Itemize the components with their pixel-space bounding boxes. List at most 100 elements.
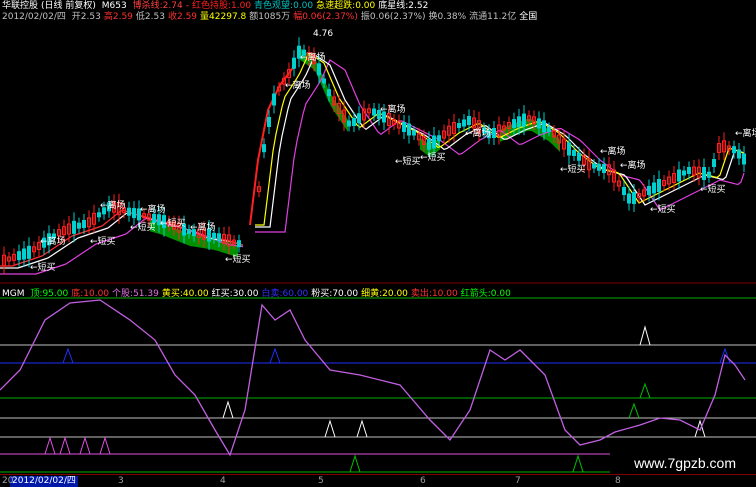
- indicator-item-8: 卖出:10.00: [411, 289, 458, 299]
- period-label: (日线 前复权): [41, 1, 96, 11]
- header-indicator-3: 青色观望:0.00: [254, 1, 313, 11]
- candle-body: [217, 233, 221, 242]
- indicator-item-label: 细黄:: [361, 289, 383, 299]
- stock-name: 华联控股: [2, 1, 39, 11]
- candle-body: [132, 208, 136, 219]
- header-indicator-1: -: [186, 1, 189, 11]
- quote-item-value: 2.59: [112, 12, 133, 22]
- candle-body: [682, 170, 686, 176]
- quote-item-1: 高2.59: [104, 12, 133, 22]
- candle-body: [462, 119, 466, 127]
- signal-buy-label: ←短买: [30, 263, 56, 273]
- indicator-item-value: 51.39: [133, 289, 159, 299]
- ma-label: M653: [101, 1, 127, 11]
- quote-item-label: 收: [167, 12, 177, 22]
- indicator-item-7: 细黄:20.00: [361, 289, 408, 299]
- signal-buy-label: ←短买: [130, 223, 156, 233]
- indicator-item-label: 顶:: [30, 289, 43, 299]
- signal-buy-label: ←短买: [700, 185, 726, 195]
- candle-body: [467, 116, 471, 125]
- signal-buy-label: ←短买: [650, 205, 676, 215]
- high-price-label: 4.76: [313, 29, 334, 39]
- candle-body: [707, 171, 711, 178]
- candle-body: [82, 220, 86, 228]
- candle-body: [372, 108, 376, 116]
- candle-body: [522, 113, 526, 127]
- quote-row: 2012/02/02/四 开2.53 高2.59 低2.53 收2.59 量42297.…: [2, 11, 543, 23]
- quote-item-value: 0.06(2.37%): [369, 12, 426, 22]
- signal-exit-label: ←离场: [190, 223, 216, 233]
- signal-spike: [628, 402, 640, 419]
- candle-body: [402, 122, 406, 132]
- quote-date: 2012/02/02/四: [2, 12, 66, 22]
- axis-tick-label: 4: [220, 476, 226, 486]
- candle-body: [737, 149, 741, 159]
- quote-item-value: 1085万: [258, 12, 291, 22]
- indicator-item-value: 30.00: [232, 289, 259, 299]
- candle-body: [652, 182, 656, 194]
- header-indicator-2: 红色持股:1.00: [192, 1, 251, 11]
- indicator-item-5: 白卖:60.00: [261, 289, 308, 299]
- signal-exit-label: ←离场: [40, 237, 66, 247]
- header-indicator-label: -: [185, 1, 189, 11]
- axis-tick-label: 3: [118, 476, 124, 486]
- indicator-item-label: 卖出:: [410, 289, 432, 299]
- signal-exit-label: ←离场: [140, 205, 166, 215]
- candle-body: [627, 193, 631, 204]
- indicator-item-value: 20.00: [382, 289, 408, 299]
- header-indicator-0: 博杀线:2.74: [133, 1, 183, 11]
- header-indicator-value: 2.52: [408, 1, 429, 11]
- indicator-item-1: 底:10.00: [71, 289, 109, 299]
- candle-body: [437, 135, 441, 142]
- quote-item-value: 2.59: [176, 12, 198, 22]
- candle-body: [702, 167, 706, 180]
- signal-spike: [222, 400, 234, 419]
- signal-spike: [349, 454, 361, 473]
- signal-exit-label: ←离场: [465, 129, 491, 139]
- indicator-name: MGM: [2, 289, 25, 299]
- candle-body: [322, 78, 326, 84]
- quote-item-2: 低2.53: [136, 12, 165, 22]
- signal-buy-label: ←短买: [160, 219, 186, 229]
- candle-body: [547, 126, 551, 132]
- quote-item-value: 2.53: [144, 12, 165, 22]
- candle-body: [572, 150, 576, 156]
- quote-item-value: 42297.8: [209, 12, 247, 22]
- axis-current-date: 2012/02/02/四: [10, 476, 78, 487]
- candle-body: [357, 113, 361, 124]
- candle-body: [347, 120, 351, 127]
- candle-body: [742, 153, 746, 165]
- indicator-item-value: 10.00: [83, 289, 110, 299]
- signal-exit-label: ←离场: [380, 105, 406, 115]
- signal-buy-label: ←短买: [560, 165, 586, 175]
- signal-exit-label: ←离场: [100, 201, 126, 211]
- signal-buy-label: ←短买: [225, 255, 251, 265]
- candle-body: [412, 130, 416, 136]
- candle-body: [542, 120, 546, 133]
- indicator-item-value: 95.00: [42, 289, 69, 299]
- quote-item-value: 0.06(2.37%): [302, 12, 358, 22]
- quote-item-label: 开: [71, 12, 81, 22]
- header-indicator-label: 急速超跌:: [316, 1, 356, 11]
- candle-body: [517, 116, 521, 128]
- quote-item-8: 换0.38%: [429, 12, 467, 22]
- signal-exit-label: ←离场: [620, 161, 646, 171]
- quote-item-label: 流通: [469, 12, 488, 22]
- indicator-values: 顶:95.00 底:10.00 个股:51.39 黄买:40.00 红买:30.00 白卖…: [30, 289, 513, 299]
- stock-chart-window: { "header": { "stock_name": "华联控股", "per…: [0, 0, 756, 487]
- indicator-item-label: 个股:: [112, 289, 134, 299]
- signal-spike: [99, 436, 111, 455]
- signal-exit-label: ←离场: [600, 147, 626, 157]
- signal-exit-label: ←离场: [285, 81, 311, 91]
- candle-body: [712, 159, 716, 167]
- candle-body: [77, 222, 81, 229]
- quote-item-label: 量: [200, 12, 210, 22]
- quote-item-label: 幅: [293, 12, 303, 22]
- candle-body: [17, 251, 21, 261]
- candle-body: [567, 142, 571, 156]
- candle-body: [97, 212, 101, 218]
- indicator-item-6: 粉买:70.00: [311, 289, 358, 299]
- indicator-item-0: 顶:95.00: [30, 289, 68, 299]
- candle-body: [407, 123, 411, 136]
- candle-body: [267, 117, 271, 127]
